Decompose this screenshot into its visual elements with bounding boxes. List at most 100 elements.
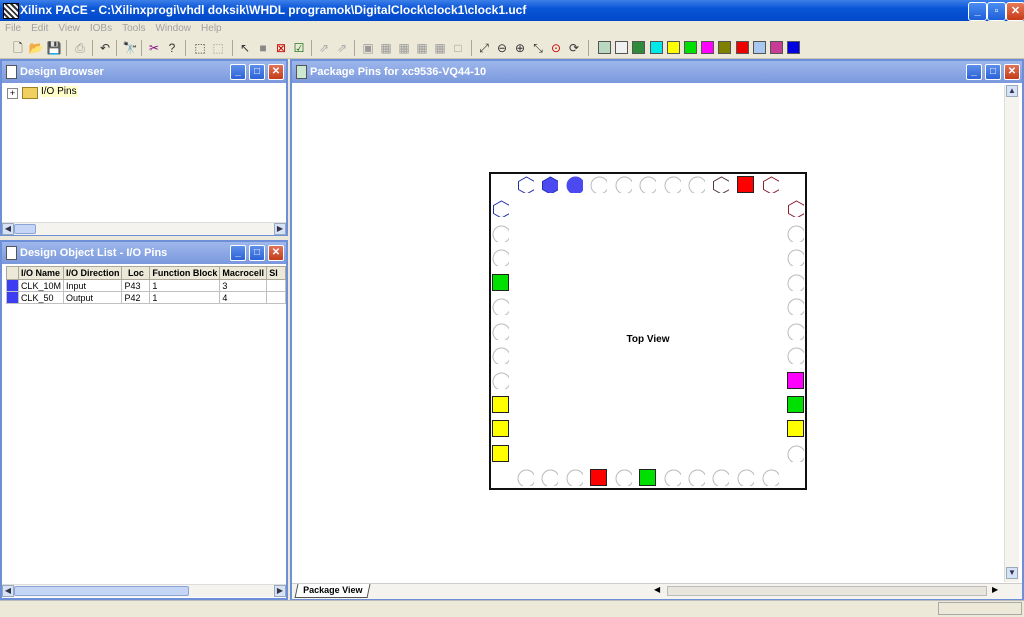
- horizontal-scroll-track[interactable]: [667, 586, 987, 596]
- pin-circle[interactable]: [517, 469, 534, 486]
- pin-circle[interactable]: [712, 469, 729, 486]
- view-mode-icon[interactable]: ▣: [360, 40, 376, 56]
- view-mode-icon[interactable]: ▦: [432, 40, 448, 56]
- scroll-thumb[interactable]: [14, 224, 36, 234]
- tab-package-view[interactable]: Package View: [294, 584, 371, 598]
- pin-circle[interactable]: [492, 225, 509, 242]
- color-swatch[interactable]: [632, 41, 646, 54]
- horizontal-scrollbar[interactable]: ◀ ▶: [2, 222, 286, 235]
- open-folder-icon[interactable]: 📂: [28, 40, 44, 56]
- pin-circle[interactable]: [787, 445, 804, 462]
- undo-icon[interactable]: ↶: [97, 40, 113, 56]
- scroll-right-icon[interactable]: ▶: [274, 585, 286, 597]
- column-header[interactable]: Loc: [121, 266, 151, 280]
- menu-help[interactable]: Help: [196, 21, 227, 34]
- expand-icon[interactable]: +: [7, 88, 18, 99]
- maximize-button[interactable]: □: [249, 64, 265, 80]
- pin-circle[interactable]: [787, 249, 804, 266]
- vertical-scrollbar[interactable]: ▲ ▼: [1004, 85, 1019, 582]
- save-icon[interactable]: 💾: [46, 40, 62, 56]
- maximize-button[interactable]: □: [249, 245, 265, 261]
- cell-io-direction[interactable]: Input: [62, 279, 123, 292]
- horizontal-scrollbar[interactable]: ◀ ▶: [2, 584, 286, 597]
- scroll-down-icon[interactable]: ▼: [1006, 567, 1018, 579]
- pin-square[interactable]: [492, 445, 509, 462]
- menu-tools[interactable]: Tools: [117, 21, 150, 34]
- pin-circle[interactable]: [566, 176, 583, 193]
- cell-macrocell[interactable]: 4: [219, 291, 268, 304]
- color-swatch[interactable]: [718, 41, 732, 54]
- cell-slew[interactable]: [266, 279, 286, 292]
- route2-icon[interactable]: ⇗: [334, 40, 350, 56]
- scroll-right-icon[interactable]: ▶: [992, 585, 1002, 597]
- scroll-left-icon[interactable]: ◀: [2, 585, 14, 597]
- pin-circle[interactable]: [590, 176, 607, 193]
- menu-file[interactable]: File: [0, 21, 26, 34]
- scroll-right-icon[interactable]: ▶: [274, 223, 286, 235]
- color-swatch[interactable]: [770, 41, 783, 54]
- view-mode-icon[interactable]: □: [450, 40, 466, 56]
- maximize-button[interactable]: □: [985, 64, 1001, 80]
- scroll-up-icon[interactable]: ▲: [1006, 85, 1018, 97]
- minimize-button[interactable]: _: [230, 64, 246, 80]
- color-swatch[interactable]: [598, 41, 611, 54]
- pin-hexagon[interactable]: [517, 176, 534, 193]
- column-header[interactable]: Macrocell: [219, 266, 268, 280]
- cell-io-direction[interactable]: Output: [62, 291, 123, 304]
- pin-square[interactable]: [492, 274, 509, 291]
- close-button[interactable]: ✕: [1006, 2, 1024, 21]
- zoom-out-icon[interactable]: ⊖: [494, 40, 510, 56]
- zoom-select-icon[interactable]: ⊙: [548, 40, 564, 56]
- close-button[interactable]: ✕: [1004, 64, 1020, 80]
- pin-circle[interactable]: [787, 298, 804, 315]
- scroll-thumb[interactable]: [14, 586, 189, 596]
- pin-hexagon[interactable]: [541, 176, 558, 193]
- color-swatch[interactable]: [735, 41, 749, 54]
- color-swatch[interactable]: [752, 41, 766, 54]
- color-swatch[interactable]: [649, 41, 663, 54]
- pin-circle[interactable]: [688, 176, 705, 193]
- cell-io-name[interactable]: CLK_50: [17, 291, 64, 304]
- close-button[interactable]: ✕: [268, 245, 284, 261]
- group-icon[interactable]: ⬚: [210, 40, 226, 56]
- pin-circle[interactable]: [737, 469, 754, 486]
- zoom-in-icon[interactable]: ⊕: [512, 40, 528, 56]
- pin-circle[interactable]: [639, 176, 656, 193]
- row-color-marker[interactable]: [6, 279, 19, 292]
- pin-hexagon[interactable]: [762, 176, 779, 193]
- color-swatch[interactable]: [701, 41, 715, 54]
- pin-circle[interactable]: [787, 347, 804, 364]
- delete-icon[interactable]: ⊠: [273, 40, 289, 56]
- view-mode-icon[interactable]: ▦: [396, 40, 412, 56]
- menu-edit[interactable]: Edit: [26, 21, 53, 34]
- cell-function-block[interactable]: 1: [149, 279, 221, 292]
- new-file-icon[interactable]: 🗋: [10, 40, 26, 56]
- check-icon[interactable]: ☑: [291, 40, 307, 56]
- pin-circle[interactable]: [664, 469, 681, 486]
- pin-hexagon[interactable]: [492, 200, 509, 217]
- refresh-icon[interactable]: ⟳: [566, 40, 582, 56]
- pin-circle[interactable]: [541, 469, 558, 486]
- pin-square[interactable]: [787, 372, 804, 389]
- select-arrow-icon[interactable]: ↖: [237, 40, 253, 56]
- minimize-button[interactable]: _: [966, 64, 982, 80]
- tools-icon[interactable]: ✂: [146, 40, 162, 56]
- pin-circle[interactable]: [688, 469, 705, 486]
- pin-circle[interactable]: [787, 225, 804, 242]
- find-icon[interactable]: 🔭: [122, 40, 138, 56]
- pin-circle[interactable]: [492, 249, 509, 266]
- view-mode-icon[interactable]: ▦: [414, 40, 430, 56]
- row-color-marker[interactable]: [6, 291, 19, 304]
- color-swatch[interactable]: [615, 41, 629, 54]
- color-swatch[interactable]: [787, 41, 801, 54]
- scroll-left-icon[interactable]: ◀: [654, 585, 664, 597]
- pin-square[interactable]: [787, 396, 804, 413]
- column-header[interactable]: I/O Name: [17, 266, 64, 280]
- route-icon[interactable]: ⇗: [316, 40, 332, 56]
- menu-iobs[interactable]: IOBs: [85, 21, 117, 34]
- pin-square[interactable]: [492, 396, 509, 413]
- cell-loc[interactable]: P43: [121, 279, 151, 292]
- pin-circle[interactable]: [492, 298, 509, 315]
- pin-circle[interactable]: [615, 469, 632, 486]
- pin-circle[interactable]: [492, 347, 509, 364]
